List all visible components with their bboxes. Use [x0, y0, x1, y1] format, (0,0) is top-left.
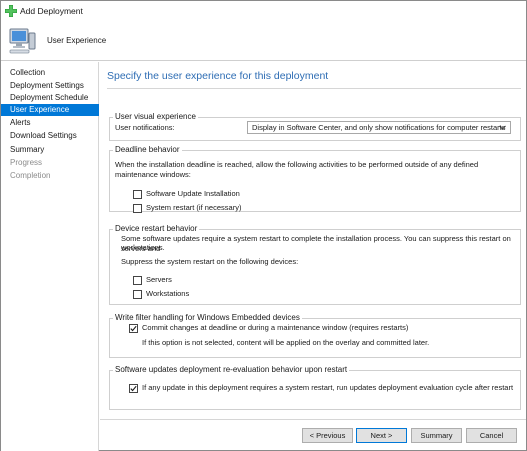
sidebar-item-alerts[interactable]: Alerts: [1, 117, 99, 129]
workstations-label: Workstations: [146, 289, 190, 298]
add-deployment-window: Add Deployment User Experience Collectio…: [0, 0, 527, 451]
computer-icon: [7, 27, 37, 55]
servers-label: Servers: [146, 275, 172, 284]
checkmark-icon: [130, 385, 137, 392]
commit-changes-label: Commit changes at deadline or during a m…: [142, 323, 409, 332]
previous-button[interactable]: < Previous: [302, 428, 353, 443]
servers-checkbox[interactable]: [133, 276, 142, 285]
suppress-restart-label: Suppress the system restart on the follo…: [121, 257, 299, 266]
software-update-installation-label: Software Update Installation: [146, 189, 240, 198]
write-filter-label: Write filter handling for Windows Embedd…: [113, 313, 302, 322]
next-button[interactable]: Next >: [356, 428, 407, 443]
sidebar-item-deployment-settings[interactable]: Deployment Settings: [1, 80, 99, 92]
user-notifications-value: Display in Software Center, and only sho…: [252, 123, 506, 132]
cancel-button[interactable]: Cancel: [466, 428, 517, 443]
restart-description-line-1: Some software updates require a system r…: [121, 234, 511, 253]
user-notifications-label: User notifications:: [115, 123, 175, 132]
page-title: Specify the user experience for this dep…: [107, 70, 329, 82]
chevron-down-icon[interactable]: [498, 123, 507, 132]
restart-description-line-2: workstations.: [121, 243, 165, 252]
title-divider: [107, 88, 521, 89]
sidebar-item-deployment-schedule[interactable]: Deployment Schedule: [1, 92, 99, 104]
reevaluation-label: Software updates deployment re-evaluatio…: [113, 365, 350, 374]
system-restart-label: System restart (if necessary): [146, 203, 242, 212]
title-bar: Add Deployment: [1, 1, 526, 21]
user-visual-experience-label: User visual experience: [113, 112, 198, 121]
deadline-description: When the installation deadline is reache…: [115, 160, 479, 179]
reevaluation-option-label: If any update in this deployment require…: [142, 383, 514, 392]
software-update-installation-checkbox[interactable]: [133, 190, 142, 199]
sidebar-item-completion: Completion: [10, 171, 51, 180]
deployment-plus-icon: [5, 5, 17, 17]
sidebar-item-user-experience[interactable]: User Experience: [1, 104, 99, 116]
workstations-checkbox[interactable]: [133, 290, 142, 299]
device-restart-behavior-label: Device restart behavior: [113, 224, 200, 233]
sidebar-item-collection[interactable]: Collection: [1, 67, 99, 79]
footer-divider: [100, 419, 526, 420]
wizard-header: User Experience: [1, 21, 526, 61]
wizard-content: Specify the user experience for this dep…: [100, 62, 526, 451]
wizard-sidebar: Collection Deployment Settings Deploymen…: [1, 62, 99, 451]
user-notifications-dropdown[interactable]: Display in Software Center, and only sho…: [247, 121, 511, 134]
deadline-behavior-label: Deadline behavior: [113, 145, 182, 154]
summary-button[interactable]: Summary: [411, 428, 462, 443]
window-title: Add Deployment: [20, 6, 83, 16]
system-restart-checkbox[interactable]: [133, 204, 142, 213]
checkmark-icon: [130, 325, 137, 332]
header-heading: User Experience: [47, 36, 107, 45]
sidebar-item-progress: Progress: [10, 158, 43, 167]
sidebar-item-summary[interactable]: Summary: [1, 144, 99, 156]
reevaluation-checkbox[interactable]: [129, 384, 138, 393]
sidebar-item-download-settings[interactable]: Download Settings: [1, 130, 99, 142]
write-filter-note: If this option is not selected, content …: [142, 338, 430, 347]
commit-changes-checkbox[interactable]: [129, 324, 138, 333]
